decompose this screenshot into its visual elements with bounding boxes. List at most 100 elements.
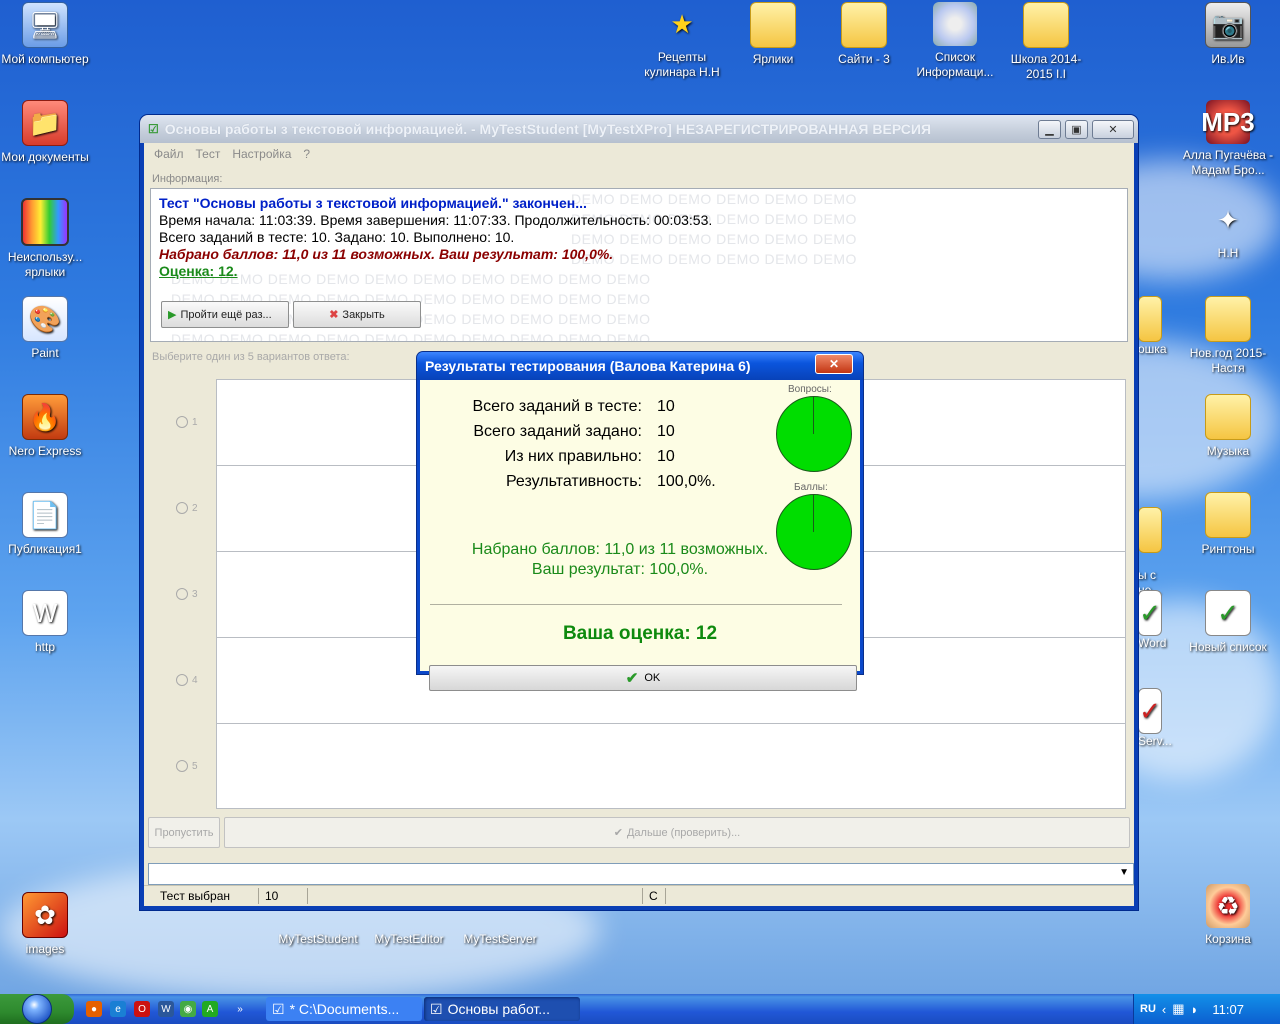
answer-radio-1[interactable]: 1 — [176, 416, 198, 428]
nero-icon: 🔥 — [22, 394, 68, 440]
desktop-icon-label: Список Информаци... — [916, 50, 994, 79]
desktop-icon-mytest-server[interactable]: MyTestServer — [454, 904, 546, 947]
desktop-icon-recycle-bin[interactable]: ♻ Корзина — [1182, 884, 1274, 947]
desktop-icon-shortcuts-folder[interactable]: Ярлики — [727, 2, 819, 67]
stat-value-asked: 10 — [657, 423, 675, 440]
answer-radio-5[interactable]: 5 — [176, 760, 198, 772]
desktop-icon-unused-shortcuts[interactable]: Неиспользу... ярлыки — [0, 198, 91, 280]
answer-number: 5 — [192, 760, 198, 772]
ok-button[interactable]: ✔ OK — [429, 665, 857, 691]
dialog-close-button[interactable]: ✕ — [815, 354, 853, 374]
taskbar-item-mytest[interactable]: ☑ Основы работ... — [424, 997, 580, 1021]
desktop-icon-nn[interactable]: ✦ Н.Н — [1182, 198, 1274, 261]
menu-help[interactable]: ? — [303, 147, 310, 161]
grade-text: Ваша оценка: 12 — [562, 623, 718, 644]
desktop-icon-http[interactable]: W http — [0, 590, 91, 655]
windows-orb-icon — [22, 994, 52, 1024]
chrome-icon[interactable]: ◉ — [180, 1001, 196, 1017]
answer-radio-4[interactable]: 4 — [176, 674, 198, 686]
desktop-icon-paint[interactable]: 🎨 Paint — [0, 296, 91, 361]
next-button[interactable]: ✔ Дальше (проверить)... — [224, 817, 1130, 848]
skip-button[interactable]: Пропустить — [148, 817, 220, 848]
desktop-icon-label: Неиспользу... ярлыки — [7, 250, 83, 279]
desktop-icon-newyear-folder[interactable]: Нов.год 2015-Настя — [1182, 296, 1274, 376]
checklist-icon: ✓ — [1138, 688, 1162, 734]
stat-value-total: 10 — [657, 398, 675, 415]
desktop-icon-images[interactable]: ✿ images — [0, 892, 91, 957]
answer-radio-3[interactable]: 3 — [176, 588, 198, 600]
desktop-icon-label: Ив.Ив — [1211, 52, 1245, 66]
taskbar-item-documents[interactable]: ☑ * C:\Documents... — [266, 997, 422, 1021]
desktop-partial-icon[interactable]: ✓ Word — [1138, 590, 1182, 651]
retry-button[interactable]: ▶ Пройти ещё раз... — [161, 301, 289, 328]
internet-explorer-icon[interactable]: e — [110, 1001, 126, 1017]
status-extra: С — [643, 888, 666, 904]
questions-pie-label: Вопросы: — [788, 384, 832, 395]
network-icon[interactable]: ▦ — [1172, 1001, 1184, 1017]
desktop-icon-label: Nero Express — [8, 444, 82, 458]
menu-test[interactable]: Тест — [196, 147, 221, 161]
desktop-partial-icon[interactable]: ошка — [1138, 296, 1178, 357]
desktop-icon-mytest-editor[interactable]: MyTestEditor — [363, 904, 455, 947]
taskbar-item-label: * C:\Documents... — [289, 1001, 400, 1017]
answer-radio-2[interactable]: 2 — [176, 502, 198, 514]
language-indicator[interactable]: RU — [1140, 1003, 1156, 1015]
answer-number: 4 — [192, 674, 198, 686]
desktop-icon-mytest-student[interactable]: MyTestStudent — [272, 904, 364, 947]
ok-button-label: OK — [644, 672, 661, 684]
info-line-grade: Оценка: 12. — [159, 263, 238, 279]
info-line-times: Время начала: 11:03:39. Время завершения… — [159, 212, 713, 228]
app-a-icon[interactable]: A — [202, 1001, 218, 1017]
paint-icon: 🎨 — [22, 296, 68, 342]
desktop-icon-nero[interactable]: 🔥 Nero Express — [0, 394, 91, 459]
folder-icon — [1023, 2, 1069, 48]
folder-icon — [1138, 507, 1162, 553]
demo-watermark-row: DEMO DEMO DEMO DEMO DEMO DEMO DEMO DEMO … — [171, 331, 651, 342]
desktop-partial-icon[interactable]: ✓ Serv... — [1138, 688, 1182, 749]
bottom-combobox[interactable]: ▼ — [148, 863, 1134, 885]
desktop-icon-ringtones-folder[interactable]: Рингтоны — [1182, 492, 1274, 557]
menu-file[interactable]: Файл — [154, 147, 184, 161]
opera-icon[interactable]: O — [134, 1001, 150, 1017]
tray-expand-icon[interactable]: ‹ — [1162, 1002, 1166, 1017]
info-line-tasks: Всего заданий в тесте: 10. Задано: 10. В… — [159, 229, 515, 245]
desktop-icon-iv-iv[interactable]: 📷 Ив.Ив — [1182, 2, 1274, 67]
desktop-icon-school-folder[interactable]: Школа 2014-2015 I.I — [1000, 2, 1092, 82]
folder-icon — [750, 2, 796, 48]
close-window-button[interactable]: ✕ — [1092, 119, 1134, 139]
info-line-points: Набрано баллов: 11,0 из 11 возможных. Ва… — [159, 246, 614, 262]
desktop-icon-new-list[interactable]: ✓ Новый список — [1182, 590, 1274, 655]
word-document-icon: W — [22, 590, 68, 636]
window-titlebar[interactable]: ☑ Основы работы з текстовой информацией.… — [140, 115, 1138, 143]
stat-label: Всего заданий в тесте: — [472, 398, 642, 415]
quicklaunch-more-icon[interactable]: » — [232, 1001, 248, 1017]
minimize-button[interactable]: ▁ — [1038, 119, 1061, 139]
answer-option[interactable] — [217, 724, 1125, 809]
firefox-icon[interactable]: ● — [86, 1001, 102, 1017]
dialog-separator — [430, 604, 842, 605]
status-empty — [308, 888, 643, 904]
desktop-icon-music-folder[interactable]: Музыка — [1182, 394, 1274, 459]
desktop-icon-my-documents[interactable]: 📁 Мои документы — [0, 100, 91, 165]
dialog-titlebar[interactable]: Результаты тестирования (Валова Катерина… — [417, 352, 863, 380]
desktop-icon-sites-folder[interactable]: Сайти - 3 — [818, 2, 910, 67]
desktop-icon-mp3[interactable]: MP3 Алла Пугачёва - Мадам Бро... — [1182, 100, 1274, 178]
close-test-button[interactable]: ✖ Закрыть — [293, 301, 421, 328]
info-panel: DEMO DEMO DEMO DEMO DEMO DEMO DEMO DEMO D… — [150, 188, 1128, 342]
dropdown-arrow-icon[interactable]: ▼ — [1119, 867, 1129, 878]
desktop-icon-my-computer[interactable]: 🖥 Мой компьютер — [0, 2, 91, 67]
desktop-icon-info-list[interactable]: Список Информаци... — [909, 2, 1001, 80]
menu-settings[interactable]: Настройка — [232, 147, 291, 161]
desktop-icon-label: Музыка — [1206, 444, 1250, 458]
camera-icon: 📷 — [1205, 2, 1251, 48]
close-test-button-label: Закрыть — [342, 308, 385, 321]
maximize-button[interactable]: ▣ — [1065, 119, 1088, 139]
start-button[interactable] — [0, 994, 74, 1024]
desktop-icon-publication[interactable]: 📄 Публикация1 — [0, 492, 91, 557]
word-icon[interactable]: W — [158, 1001, 174, 1017]
desktop-icon-label: MyTestServer — [463, 932, 537, 946]
answer-number: 2 — [192, 502, 198, 514]
volume-icon[interactable]: ◗ — [1191, 1002, 1199, 1017]
desktop-icon-recipes[interactable]: ★ Рецепты кулинара Н.Н — [636, 2, 728, 80]
bottom-button-row: Пропустить ✔ Дальше (проверить)... — [148, 817, 1130, 848]
